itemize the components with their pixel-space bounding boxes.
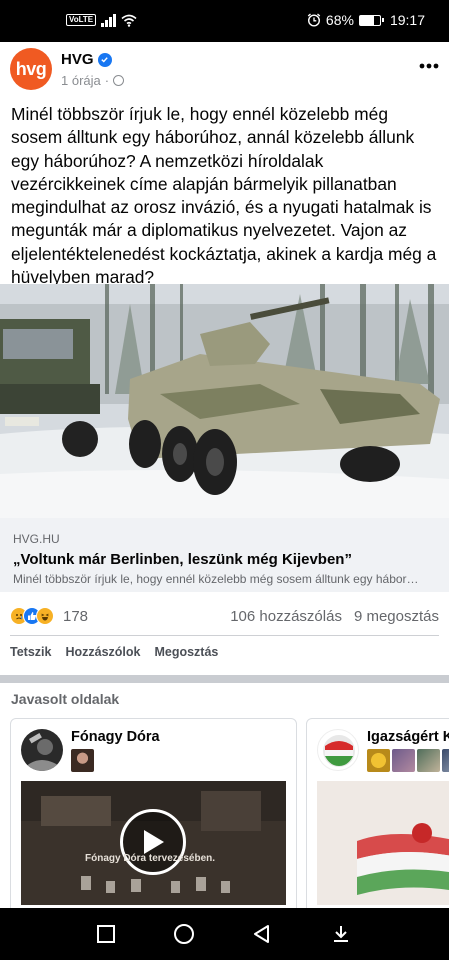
suggested-pages-title: Javasolt oldalak <box>11 691 120 707</box>
page-avatar[interactable]: hvg <box>10 48 52 90</box>
volte-badge: VoLTE <box>66 14 97 26</box>
post-meta: 1 órája · <box>61 73 125 88</box>
friend-thumbnails <box>367 749 449 772</box>
alarm-icon <box>307 13 321 27</box>
system-nav-bar <box>0 908 449 960</box>
home-button[interactable] <box>172 923 196 945</box>
verified-badge-icon <box>97 52 112 67</box>
post-time[interactable]: 1 órája <box>61 73 101 88</box>
comments-count[interactable]: 106 hozzászólás <box>230 608 342 625</box>
download-arrow-icon <box>334 926 348 942</box>
link-description: Minél többször írjuk le, hogy ennél köze… <box>13 572 419 586</box>
post-header: hvg HVG 1 órája · <box>10 48 439 98</box>
globe-icon <box>113 75 125 86</box>
divider <box>10 635 439 636</box>
friend-avatar <box>367 749 390 772</box>
friend-avatar <box>417 749 440 772</box>
link-title[interactable]: „Voltunk már Berlinben, leszünk még Kije… <box>13 551 436 568</box>
wifi-icon <box>121 14 137 27</box>
comment-button[interactable]: Hozzászólok <box>65 645 140 659</box>
page-cover-image[interactable] <box>317 781 449 905</box>
video-caption: Fónagy Dóra tervezésében. <box>85 853 216 864</box>
suggested-page-card[interactable]: Igazságért K <box>306 718 449 918</box>
back-triangle-icon <box>254 925 269 943</box>
suggested-page-card[interactable]: Fónagy Dóra Fónagy Dóra tervezésében. <box>10 718 297 918</box>
square-icon <box>97 925 115 943</box>
like-button[interactable]: Tetszik <box>10 645 51 659</box>
share-button[interactable]: Megosztás <box>154 645 218 659</box>
video-thumbnail[interactable]: Fónagy Dóra tervezésében. <box>21 781 286 905</box>
card-page-name[interactable]: Igazságért K <box>367 729 449 745</box>
post-actions: Tetszik Hozzászólok Megosztás <box>10 645 218 659</box>
page-name[interactable]: HVG <box>61 51 112 68</box>
reaction-icons[interactable] <box>10 607 54 625</box>
back-button[interactable] <box>250 923 274 945</box>
link-preview[interactable]: HVG.HU „Voltunk már Berlinben, leszünk m… <box>0 518 449 592</box>
reactions-bar: 178 106 hozzászólás 9 megosztás <box>10 604 439 628</box>
post-text: Minél többször írjuk le, hogy ennél köze… <box>11 104 437 288</box>
more-options-button[interactable] <box>419 58 439 69</box>
friend-avatar <box>392 749 415 772</box>
battery-percent: 68% <box>325 12 354 28</box>
reaction-count[interactable]: 178 <box>63 608 88 625</box>
card-avatar[interactable] <box>317 729 359 771</box>
play-icon <box>144 830 164 854</box>
armored-vehicles-photo <box>0 284 449 518</box>
signal-icon <box>101 13 117 27</box>
battery-icon <box>358 14 384 26</box>
haha-reaction-icon <box>36 607 54 625</box>
section-separator <box>0 675 449 683</box>
recent-apps-button[interactable] <box>94 923 118 945</box>
link-domain: HVG.HU <box>13 532 60 546</box>
more-dots-icon <box>419 63 439 69</box>
page-name-label[interactable]: HVG <box>61 51 94 68</box>
circle-icon <box>174 924 194 944</box>
status-bar: VoLTE 68% 19:17 <box>0 0 449 42</box>
clock: 19:17 <box>389 12 425 28</box>
friend-avatar <box>71 749 94 772</box>
friend-avatar <box>442 749 449 772</box>
post-image[interactable] <box>0 284 449 518</box>
shares-count[interactable]: 9 megosztás <box>354 608 439 625</box>
card-avatar[interactable] <box>21 729 63 771</box>
play-button[interactable] <box>120 809 186 875</box>
notification-pull-button[interactable] <box>329 923 353 945</box>
meta-separator: · <box>104 73 110 88</box>
card-page-name[interactable]: Fónagy Dóra <box>71 729 160 745</box>
friend-thumbnails <box>71 749 94 772</box>
